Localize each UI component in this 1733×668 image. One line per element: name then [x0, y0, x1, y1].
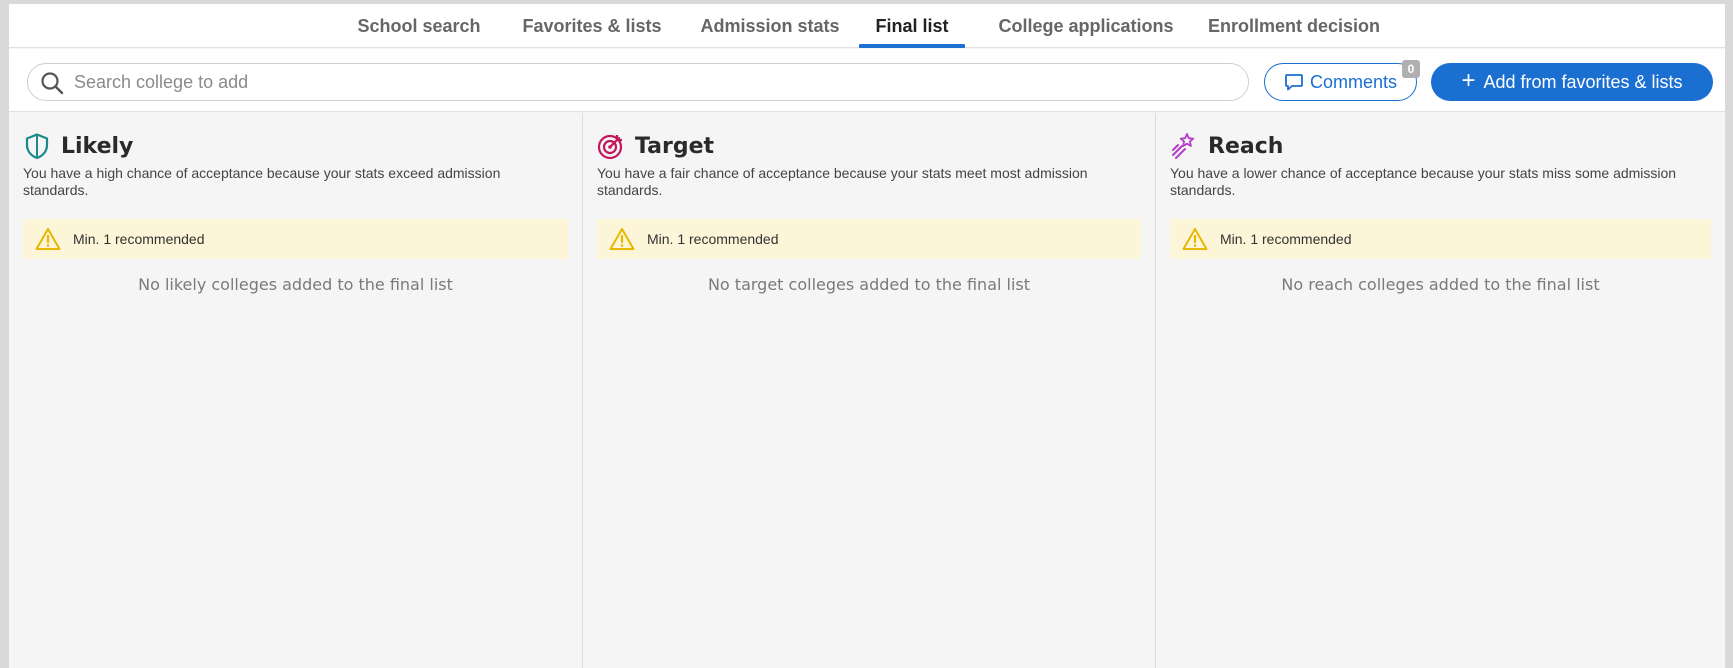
comments-button[interactable]: Comments [1264, 63, 1417, 101]
plus-icon: + [1461, 67, 1476, 94]
warning-icon [609, 228, 635, 250]
recommendation-warning: Min. 1 recommended [597, 219, 1141, 259]
warning-text: Min. 1 recommended [1220, 231, 1352, 247]
recommendation-warning: Min. 1 recommended [23, 219, 568, 259]
comments-count-badge: 0 [1402, 60, 1420, 78]
target-icon [597, 134, 623, 160]
empty-state-text: No reach colleges added to the final lis… [1281, 275, 1600, 294]
tab-bar: School search Favorites & lists Admissio… [9, 4, 1725, 48]
app-frame: School search Favorites & lists Admissio… [9, 4, 1725, 668]
toolbar: Comments 0 + Add from favorites & lists [9, 49, 1725, 112]
add-from-favorites-label: Add from favorites & lists [1483, 71, 1683, 92]
column-header: Likely [23, 131, 568, 161]
column-header: Target [597, 131, 1141, 161]
column-title: Reach [1208, 133, 1284, 159]
tab-favorites-lists[interactable]: Favorites & lists [512, 4, 672, 48]
tab-final-list[interactable]: Final list [859, 4, 965, 48]
search-box[interactable] [27, 63, 1249, 101]
column-description: You have a lower chance of acceptance be… [1170, 165, 1677, 198]
warning-text: Min. 1 recommended [647, 231, 779, 247]
search-icon [41, 72, 64, 95]
tab-enrollment-decision[interactable]: Enrollment decision [1205, 4, 1383, 48]
add-from-favorites-button[interactable]: + Add from favorites & lists [1431, 63, 1713, 101]
column-title: Likely [61, 133, 134, 159]
column-likely: Likely You have a high chance of accepta… [9, 113, 582, 668]
shield-icon [25, 133, 49, 160]
comments-label: Comments [1309, 71, 1398, 92]
search-input[interactable] [74, 68, 1234, 96]
column-description: You have a high chance of acceptance bec… [23, 165, 501, 198]
tab-admission-stats[interactable]: Admission stats [695, 4, 845, 48]
empty-state-text: No likely colleges added to the final li… [138, 275, 453, 294]
column-description: You have a fair chance of acceptance bec… [597, 165, 1088, 198]
warning-text: Min. 1 recommended [73, 231, 205, 247]
comment-icon [1285, 74, 1303, 91]
empty-state-text: No target colleges added to the final li… [707, 275, 1031, 294]
recommendation-warning: Min. 1 recommended [1170, 219, 1711, 259]
magic-wand-icon [1172, 133, 1195, 159]
final-list-columns: Likely You have a high chance of accepta… [9, 113, 1725, 668]
tab-school-search[interactable]: School search [349, 4, 489, 48]
warning-icon [35, 228, 61, 250]
warning-icon [1182, 228, 1208, 250]
column-reach: Reach You have a lower chance of accepta… [1155, 113, 1725, 668]
column-title: Target [635, 133, 715, 159]
tab-college-applications[interactable]: College applications [991, 4, 1181, 48]
column-target: Target You have a fair chance of accepta… [582, 113, 1155, 668]
column-header: Reach [1170, 131, 1711, 161]
